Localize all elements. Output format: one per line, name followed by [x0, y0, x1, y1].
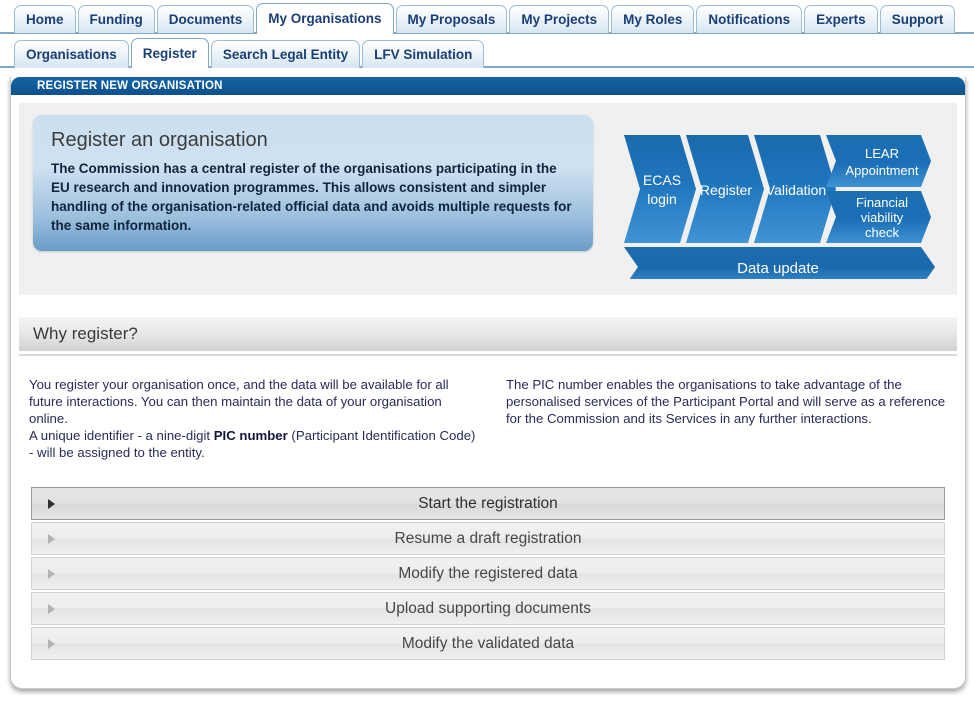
accordion-item[interactable]: Modify the registered data [31, 557, 945, 590]
tab-my-organisations[interactable]: My Organisations [256, 3, 394, 35]
hero-description: The Commission has a central register of… [51, 161, 572, 233]
tab-label: My Organisations [268, 11, 382, 26]
diagram-step-lear-appointment: LEAR Appointment [826, 135, 931, 187]
svg-text:Validation: Validation [766, 182, 826, 198]
content-columns: You register your organisation once, and… [19, 356, 957, 461]
pic-number-emphasis: PIC number [213, 428, 288, 443]
primary-tab-bar: Home Funding Documents My Organisations My P… [0, 0, 974, 35]
hero-info-box: Register an organisation The Commission … [33, 115, 593, 251]
svg-text:check: check [865, 225, 899, 240]
tab-my-roles[interactable]: My Roles [611, 5, 695, 33]
tab-support[interactable]: Support [879, 5, 956, 33]
panel-header-title: REGISTER NEW ORGANISATION [37, 80, 223, 92]
svg-text:Data update: Data update [737, 260, 819, 277]
svg-text:login: login [647, 191, 677, 207]
chevron-right-icon [48, 638, 55, 649]
tab-label: Register [142, 46, 197, 61]
accordion-item[interactable]: Start the registration [31, 487, 945, 520]
registration-process-diagram: ECAS login Register Validation LEAR Appo… [618, 117, 943, 279]
secondary-tab-bar: Organisations Register Search Legal Entity… [0, 34, 974, 70]
tab-label: My Roles [623, 12, 683, 27]
panel-header: REGISTER NEW ORGANISATION [11, 77, 965, 95]
chevron-right-icon [48, 603, 55, 614]
why-register-section: Why register? [19, 317, 957, 356]
svg-text:LEAR: LEAR [865, 146, 899, 161]
tab-notifications[interactable]: Notifications [696, 5, 803, 33]
section-heading: Why register? [19, 317, 957, 351]
subtab-register[interactable]: Register [130, 38, 209, 70]
hero-section: Register an organisation The Commission … [19, 103, 957, 295]
tab-label: Notifications [708, 12, 791, 27]
action-accordion: Start the registration Resume a draft reg… [31, 487, 945, 660]
subtab-lfv-simulation[interactable]: LFV Simulation [362, 40, 485, 68]
accordion-item[interactable]: Modify the validated data [31, 627, 945, 660]
accordion-item[interactable]: Resume a draft registration [31, 522, 945, 555]
diagram-step-financial-viability-check: Financial viability check [826, 191, 931, 243]
accordion-item-label: Start the registration [418, 495, 558, 512]
tab-label: Funding [89, 12, 143, 27]
accordion-item-label: Modify the registered data [398, 565, 578, 582]
tab-label: Documents [168, 12, 243, 27]
chevron-right-icon [48, 533, 55, 544]
tab-experts[interactable]: Experts [804, 5, 878, 33]
tab-funding[interactable]: Funding [77, 5, 155, 33]
hero-title: Register an organisation [51, 129, 268, 151]
tab-label: Search Legal Entity [222, 47, 349, 62]
svg-text:ECAS: ECAS [643, 172, 681, 188]
svg-text:Register: Register [700, 182, 752, 198]
tab-my-proposals[interactable]: My Proposals [395, 5, 508, 33]
svg-text:Appointment: Appointment [846, 163, 919, 178]
panel-body: Register an organisation The Commission … [11, 95, 965, 688]
diagram-step-validation: Validation [754, 135, 836, 243]
diagram-step-data-update: Data update [624, 247, 935, 279]
tab-label: My Projects [521, 12, 598, 27]
tab-my-projects[interactable]: My Projects [509, 5, 610, 33]
tab-label: Support [891, 12, 944, 27]
tab-home[interactable]: Home [14, 5, 76, 33]
tab-label: My Proposals [407, 12, 496, 27]
svg-text:Financial: Financial [856, 195, 908, 210]
right-paragraph: The PIC number enables the organisations… [505, 377, 946, 426]
accordion-item-label: Modify the validated data [401, 635, 575, 652]
tab-label: LFV Simulation [374, 47, 473, 62]
left-paragraph-2-before: A unique identifier - a nine-digit [29, 428, 214, 443]
accordion-item-label: Upload supporting documents [385, 600, 591, 617]
tab-documents[interactable]: Documents [156, 5, 255, 33]
subtab-organisations[interactable]: Organisations [14, 40, 129, 68]
tab-label: Experts [816, 12, 866, 27]
accordion-item[interactable]: Upload supporting documents [31, 592, 945, 625]
content-column-right: The PIC number enables the organisations… [506, 376, 947, 461]
left-paragraph-1: You register your organisation once, and… [29, 377, 449, 426]
svg-text:viability: viability [861, 210, 904, 225]
tab-label: Home [26, 12, 64, 27]
chevron-right-icon [48, 498, 55, 509]
register-panel: REGISTER NEW ORGANISATION Register an or… [10, 77, 966, 689]
subtab-search-legal-entity[interactable]: Search Legal Entity [210, 40, 361, 68]
content-column-left: You register your organisation once, and… [29, 376, 480, 461]
tab-label: Organisations [26, 47, 117, 62]
chevron-right-icon [48, 568, 55, 579]
accordion-item-label: Resume a draft registration [394, 530, 582, 547]
